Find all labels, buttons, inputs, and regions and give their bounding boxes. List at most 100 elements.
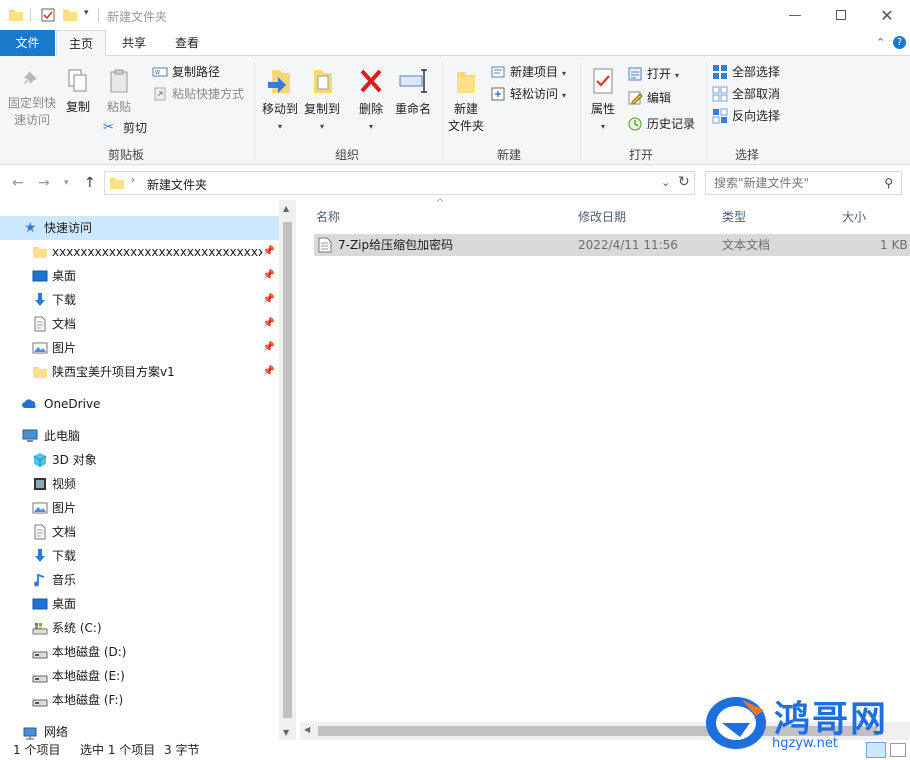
nav-label: 文档	[52, 525, 77, 539]
desktop-icon	[32, 598, 48, 610]
nav-pc-item[interactable]: 文档	[0, 520, 279, 544]
forward-icon[interactable]: →	[38, 175, 50, 191]
history-button[interactable]: 历史记录	[627, 114, 695, 134]
column-size[interactable]: 大小	[842, 208, 866, 225]
select-all-button[interactable]: 全部选择	[712, 62, 780, 82]
customize-toolbar-icon[interactable]: ▾	[84, 8, 89, 18]
edit-button[interactable]: 编辑	[627, 88, 671, 108]
properties-button[interactable]: 属性 ▾	[586, 66, 620, 135]
column-type[interactable]: 类型	[722, 208, 746, 225]
address-input[interactable]: › 新建文件夹 ⌄ ↻	[104, 171, 695, 195]
nav-pc-item[interactable]: 本地磁盘 (E:)	[0, 664, 279, 688]
nav-pc-item[interactable]: 系统 (C:)	[0, 616, 279, 640]
move-to-button[interactable]: 移动到 ▾	[258, 66, 302, 135]
minimize-button[interactable]: —	[772, 0, 818, 30]
nav-quick-item[interactable]: 图片 📌	[0, 336, 279, 360]
folder-icon	[33, 367, 47, 378]
new-folder-icon[interactable]	[62, 7, 78, 23]
invert-selection-button[interactable]: 反向选择	[712, 106, 780, 126]
copy-to-button[interactable]: 复制到 ▾	[300, 66, 344, 135]
nav-pc-item[interactable]: 3D 对象	[0, 448, 279, 472]
back-icon[interactable]: ←	[12, 175, 24, 191]
table-row[interactable]: 7-Zip给压缩包加密码 2022/4/11 11:56 文本文档 1 KB	[314, 234, 910, 256]
rename-button[interactable]: 重命名	[392, 66, 434, 118]
properties-check-icon[interactable]	[40, 7, 56, 23]
nav-scrollbar[interactable]: ▲ ▼	[279, 200, 296, 742]
pin-icon[interactable]: 📌	[263, 240, 275, 264]
pin-icon[interactable]: 📌	[263, 264, 275, 288]
easy-access-button[interactable]: 轻松访问 ▾	[490, 84, 566, 104]
nav-quick-item[interactable]: 陕西宝美升项目方案v1 📌	[0, 360, 279, 384]
tab-home[interactable]: 主页	[56, 30, 106, 57]
open-button[interactable]: 打开 ▾	[627, 64, 679, 84]
tab-share[interactable]: 共享	[110, 30, 158, 56]
open-icon	[628, 67, 642, 81]
close-button[interactable]: ✕	[864, 0, 910, 30]
breadcrumb-chevron-icon[interactable]: ›	[131, 175, 135, 186]
cut-button[interactable]: ✂ 剪切	[103, 118, 147, 138]
nav-pc-item[interactable]: 下载	[0, 544, 279, 568]
scroll-up-icon[interactable]: ▲	[283, 204, 289, 213]
nav-pc-item[interactable]: 本地磁盘 (F:)	[0, 688, 279, 712]
tab-view[interactable]: 查看	[162, 30, 212, 56]
pin-icon[interactable]: 📌	[263, 360, 275, 384]
tab-file[interactable]: 文件	[0, 30, 55, 56]
search-input[interactable]: 搜索"新建文件夹" ⚲	[705, 171, 902, 195]
recent-locations-icon[interactable]: ▾	[64, 178, 69, 188]
folder-icon	[9, 10, 23, 21]
new-folder-icon	[457, 72, 475, 93]
copy-path-button[interactable]: W 复制路径	[152, 62, 220, 82]
3d-objects-icon	[33, 453, 47, 467]
nav-this-pc[interactable]: 此电脑	[0, 424, 279, 448]
window-title: 新建文件夹	[107, 10, 168, 24]
delete-icon	[360, 69, 382, 93]
pin-icon[interactable]: 📌	[263, 288, 275, 312]
help-icon[interactable]: ?	[893, 36, 906, 49]
nav-label: 文档	[52, 317, 77, 331]
watermark-text: 鸿哥网	[774, 699, 889, 740]
column-name[interactable]: 名称	[316, 208, 340, 225]
nav-pc-item[interactable]: 音乐	[0, 568, 279, 592]
pin-icon	[24, 71, 37, 84]
column-modified[interactable]: 修改日期	[578, 208, 626, 225]
pin-icon[interactable]: 📌	[263, 312, 275, 336]
search-icon[interactable]: ⚲	[884, 172, 893, 194]
nav-pc-item[interactable]: 桌面	[0, 592, 279, 616]
nav-quick-item[interactable]: 桌面 📌	[0, 264, 279, 288]
nav-quick-item[interactable]: xxxxxxxxxxxxxxxxxxxxxxxxxxxxxxxxxxxxxxxx…	[0, 240, 279, 264]
nav-quick-access[interactable]: ★ 快速访问	[0, 216, 279, 240]
nav-quick-item[interactable]: 下载 📌	[0, 288, 279, 312]
up-icon[interactable]: ↑	[84, 175, 96, 191]
new-item-button[interactable]: 新建项目 ▾	[490, 62, 566, 82]
pin-icon[interactable]: 📌	[263, 336, 275, 360]
collapse-ribbon-icon[interactable]: ⌃	[876, 36, 885, 49]
pin-quick-access-button[interactable]: 固定到快 速访问	[4, 68, 60, 129]
delete-button[interactable]: 删除 ▾	[354, 66, 388, 135]
scroll-left-icon[interactable]: ◀	[304, 725, 310, 734]
copy-label: 复制	[65, 100, 90, 114]
maximize-button[interactable]	[818, 0, 864, 30]
nav-pc-item[interactable]: 本地磁盘 (D:)	[0, 640, 279, 664]
paste-shortcut-button[interactable]: 粘贴快捷方式	[152, 84, 244, 104]
title-bar: ▾ 新建文件夹 — ✕	[0, 0, 910, 30]
copy-to-icon	[314, 70, 332, 93]
nav-pc-item[interactable]: 图片	[0, 496, 279, 520]
select-none-button[interactable]: 全部取消	[712, 84, 780, 104]
copy-button[interactable]: 复制	[62, 68, 94, 116]
nav-pc-item[interactable]: 视频	[0, 472, 279, 496]
scroll-thumb[interactable]	[283, 222, 292, 718]
chevron-down-icon: ▾	[277, 122, 282, 131]
computer-icon	[22, 429, 38, 442]
nav-onedrive[interactable]: OneDrive	[0, 392, 279, 416]
address-dropdown-icon[interactable]: ⌄	[661, 176, 670, 189]
nav-label: 桌面	[52, 269, 77, 283]
refresh-icon[interactable]: ↻	[678, 174, 690, 190]
breadcrumb-current[interactable]: 新建文件夹	[147, 176, 207, 193]
history-icon	[628, 117, 642, 131]
copy-to-label: 复制到	[303, 102, 340, 116]
file-type: 文本文档	[722, 238, 771, 252]
scroll-down-icon[interactable]: ▼	[283, 728, 289, 737]
new-folder-button[interactable]: 新建 文件夹	[446, 66, 486, 135]
nav-quick-item[interactable]: 文档 📌	[0, 312, 279, 336]
paste-button[interactable]: 粘贴	[103, 68, 135, 116]
